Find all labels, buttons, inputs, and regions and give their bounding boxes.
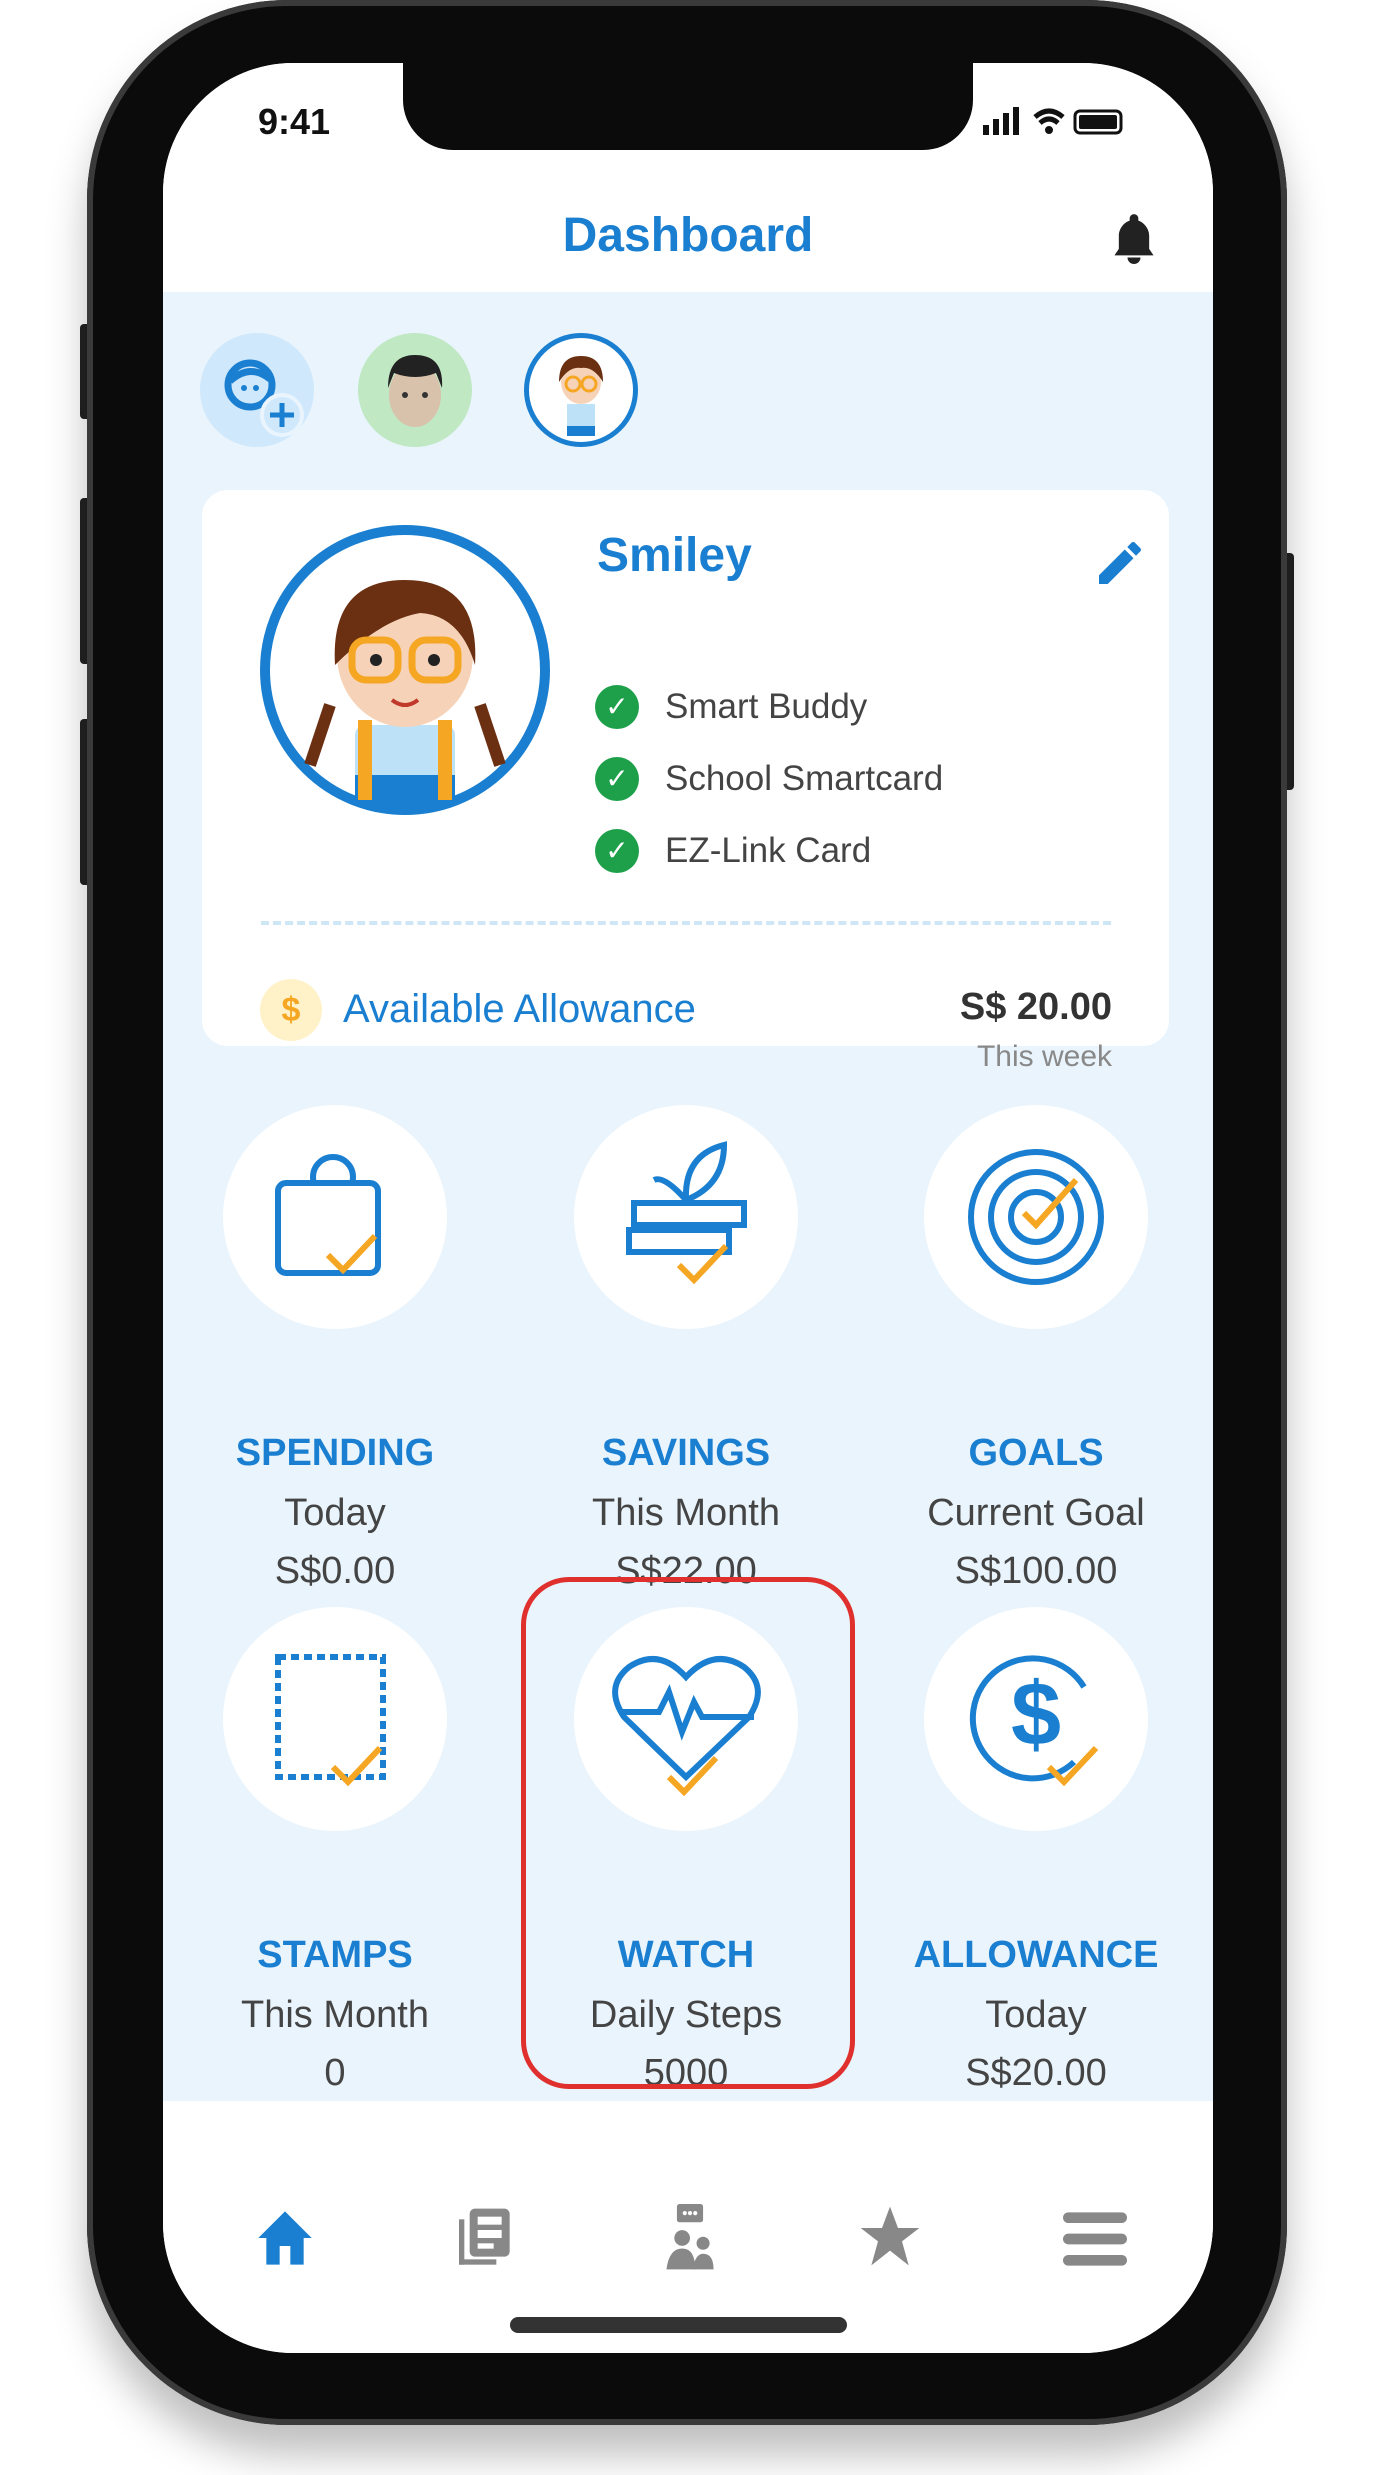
check-icon: ✓ xyxy=(595,685,639,729)
tile-spending[interactable]: SPENDING Today S$0.00 xyxy=(165,1105,505,1605)
notch xyxy=(403,63,973,150)
menu-icon[interactable] xyxy=(1063,2209,1127,2269)
tile-title: STAMPS xyxy=(257,1934,413,1976)
linked-item-label: EZ-Link Card xyxy=(665,831,872,870)
check-icon: ✓ xyxy=(595,829,639,873)
tile-value: S$0.00 xyxy=(274,1550,396,1592)
tile-value: S$20.00 xyxy=(965,2052,1107,2094)
girl-avatar xyxy=(559,356,603,436)
status-icons xyxy=(983,107,1123,135)
home-icon[interactable] xyxy=(253,2206,317,2270)
tile-title: ALLOWANCE xyxy=(913,1934,1159,1976)
tile-savings[interactable]: SAVINGS This Month S$22.00 xyxy=(516,1105,856,1605)
linked-item-label: Smart Buddy xyxy=(665,687,868,726)
profile-picture xyxy=(260,525,550,815)
tile-goals[interactable]: GOALS Current Goal S$100.00 xyxy=(866,1105,1206,1605)
allowance-label: Available Allowance xyxy=(343,987,696,1031)
tile-subtitle: Today xyxy=(985,1994,1087,2036)
linked-item: ✓ EZ-Link Card xyxy=(595,829,871,873)
add-user-icon xyxy=(224,359,304,437)
watch-highlight-box xyxy=(521,1577,855,2089)
community-icon[interactable] xyxy=(658,2204,722,2272)
allowance-period: This week xyxy=(976,1040,1112,1073)
page-title: Dashboard xyxy=(562,209,814,262)
child-name: Smiley xyxy=(597,529,752,582)
tile-title: SAVINGS xyxy=(601,1432,771,1474)
check-icon: ✓ xyxy=(595,757,639,801)
tile-value: S$100.00 xyxy=(954,1550,1118,1592)
linked-item: ✓ School Smartcard xyxy=(595,757,943,801)
profile-avatar-smiley[interactable] xyxy=(524,333,638,447)
dollar-icon: $ xyxy=(924,1607,1148,1831)
pencil-icon[interactable] xyxy=(1092,535,1148,591)
bell-icon[interactable] xyxy=(1108,208,1160,268)
home-indicator[interactable] xyxy=(510,2317,847,2333)
svg-text:$: $ xyxy=(1011,1665,1061,1765)
status-time: 9:41 xyxy=(258,101,331,142)
girl-illustration xyxy=(304,580,506,805)
tile-allowance[interactable]: $ ALLOWANCE Today S$20.00 xyxy=(866,1607,1206,2107)
star-icon[interactable] xyxy=(858,2204,922,2268)
wallet-icon xyxy=(223,1105,447,1329)
tile-title: SPENDING xyxy=(235,1432,435,1474)
tile-value: 0 xyxy=(324,2052,346,2094)
profile-card: Smiley ✓ Smart Buddy ✓ School Smartcard ✓ E… xyxy=(202,490,1169,1073)
allowance-amount: S$ 20.00 xyxy=(959,986,1112,1028)
add-child-button[interactable] xyxy=(200,333,314,447)
boy-avatar xyxy=(388,355,443,427)
stamp-icon xyxy=(223,1607,447,1831)
profile-avatar-boy[interactable] xyxy=(358,333,472,447)
news-icon[interactable] xyxy=(451,2206,515,2270)
money-bag-icon: $ xyxy=(260,979,322,1041)
linked-item: ✓ Smart Buddy xyxy=(595,685,867,729)
tile-title: GOALS xyxy=(968,1432,1104,1474)
plant-icon xyxy=(574,1105,798,1329)
tile-subtitle: This Month xyxy=(241,1994,429,2036)
tile-subtitle: Today xyxy=(284,1492,386,1534)
bottom-nav xyxy=(163,2101,1213,2353)
target-icon xyxy=(924,1105,1148,1329)
app-screen: 9:41 Dashboard Smiley ✓ Smart Buddy ✓ Sc… xyxy=(163,63,1213,2353)
tile-subtitle: Current Goal xyxy=(927,1492,1145,1534)
tile-stamps[interactable]: STAMPS This Month 0 xyxy=(165,1607,505,2107)
linked-item-label: School Smartcard xyxy=(665,759,944,798)
divider xyxy=(261,921,1111,925)
tile-subtitle: This Month xyxy=(592,1492,780,1534)
